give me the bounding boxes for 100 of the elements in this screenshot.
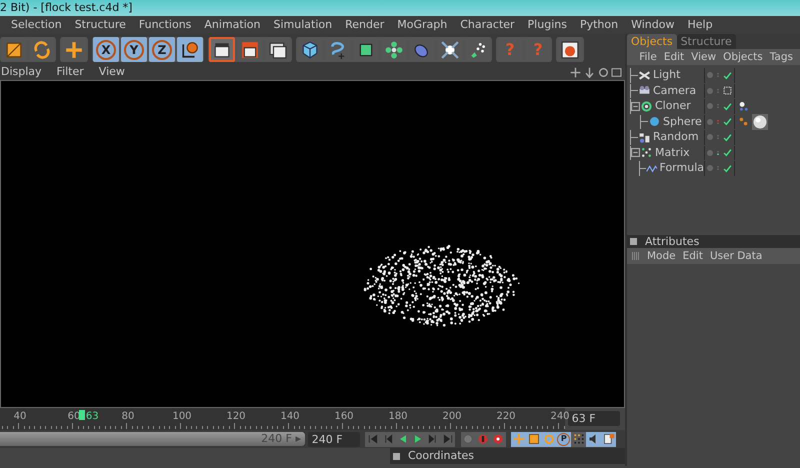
- object-name[interactable]: Formula: [660, 160, 704, 176]
- ruler-label: 180: [388, 410, 408, 424]
- menu-item[interactable]: Structure: [74, 18, 126, 31]
- keyframe-button[interactable]: [460, 432, 476, 446]
- rotate-view-icon: [598, 66, 608, 78]
- object-name[interactable]: Camera: [653, 82, 696, 99]
- panel-menu-item[interactable]: Edit: [664, 49, 684, 65]
- help-mark: ?: [505, 40, 515, 58]
- object-name[interactable]: Light: [653, 67, 680, 84]
- panel-menu-item[interactable]: Objects: [723, 49, 763, 65]
- current-frame-field[interactable]: 63 F: [568, 410, 620, 426]
- world-button[interactable]: [177, 37, 203, 62]
- menu-item[interactable]: Window: [631, 18, 674, 31]
- menu-item[interactable]: Character: [460, 18, 515, 31]
- dotted-square-icon[interactable]: [723, 86, 732, 96]
- move-icon: [65, 40, 83, 58]
- random-icon: [638, 130, 651, 144]
- check-icon[interactable]: [723, 70, 732, 80]
- material-ball-icon[interactable]: [752, 114, 768, 130]
- dot-grid-icon: [572, 433, 585, 445]
- panel-tab[interactable]: Objects: [627, 34, 677, 49]
- play-button[interactable]: [410, 432, 426, 446]
- square-icon: [528, 433, 540, 445]
- ruler-label: 220: [496, 410, 516, 424]
- check-icon[interactable]: [723, 148, 732, 158]
- panel-menu-item[interactable]: View: [691, 49, 716, 65]
- viewport-menu-item[interactable]: Display: [1, 64, 42, 80]
- square-icon: [5, 40, 23, 58]
- playhead[interactable]: [78, 410, 85, 420]
- flower-icon: [385, 40, 403, 58]
- menu-item[interactable]: Animation: [204, 18, 260, 31]
- panel-icon: [393, 452, 400, 460]
- check-icon[interactable]: [723, 164, 732, 173]
- panel-menu-item[interactable]: File: [639, 49, 657, 65]
- ruler-label: 100: [172, 410, 192, 424]
- help-mark: ?: [533, 40, 543, 58]
- ruler-label: 200: [442, 410, 462, 424]
- scale-button[interactable]: [526, 432, 542, 446]
- collapse-icon[interactable]: [631, 102, 640, 111]
- panel-menu-item[interactable]: Mode: [647, 248, 676, 264]
- menu-item[interactable]: MoGraph: [397, 18, 448, 31]
- down-arrow-icon: [584, 66, 595, 78]
- menu-item[interactable]: Render: [345, 18, 384, 31]
- doc-button[interactable]: [601, 432, 616, 446]
- end-frame-field[interactable]: 240 F: [308, 432, 360, 446]
- cube-icon: [301, 40, 319, 58]
- menu-item[interactable]: Selection: [11, 18, 62, 31]
- move-view-icon: [570, 66, 581, 78]
- rotate-icon: [33, 40, 51, 58]
- layer-dot: [707, 150, 713, 156]
- spline-icon: [329, 40, 347, 58]
- layer-dot: [707, 118, 713, 125]
- grip-icon: [632, 252, 640, 260]
- sound-button[interactable]: [586, 432, 602, 446]
- menu-item[interactable]: Simulation: [274, 18, 332, 31]
- window-title: 2 Bit) - [flock test.c4d *]: [0, 0, 800, 16]
- arrows-icon: [441, 40, 459, 58]
- panel-menu-item[interactable]: Edit: [682, 248, 703, 264]
- panel-menu-item[interactable]: Tags: [770, 49, 793, 65]
- object-name[interactable]: Cloner: [655, 98, 691, 114]
- rotate-button[interactable]: [541, 432, 556, 446]
- light-icon: [638, 68, 651, 82]
- axis-globe-icon: [181, 40, 199, 58]
- web-button[interactable]: [557, 37, 583, 62]
- layer-dot: [707, 88, 713, 94]
- layer-dot: [707, 103, 713, 110]
- maximize-icon: [611, 66, 622, 78]
- cloner-icon: [640, 100, 653, 113]
- check-icon[interactable]: [723, 117, 732, 126]
- globe-icon: [561, 40, 579, 58]
- rotate-icon: [542, 433, 555, 445]
- record-icon: [477, 433, 490, 445]
- auto-key-icon: [492, 433, 504, 445]
- check-icon[interactable]: [723, 102, 732, 111]
- move-icon: [512, 433, 525, 445]
- viewport-menu-item[interactable]: View: [98, 64, 125, 80]
- molecule-icon[interactable]: [738, 100, 749, 112]
- clapper-icon: [269, 40, 287, 58]
- two-dots-icon[interactable]: [738, 116, 749, 128]
- menu-item[interactable]: Python: [580, 18, 618, 31]
- go-start-icon: [366, 433, 379, 445]
- object-name[interactable]: Sphere: [663, 114, 702, 130]
- object-name[interactable]: Random: [653, 129, 699, 146]
- panel-menu-item[interactable]: User Data: [710, 248, 762, 264]
- check-icon[interactable]: [723, 132, 732, 142]
- prev-button[interactable]: [395, 432, 410, 446]
- move-button[interactable]: [511, 432, 526, 446]
- menu-item[interactable]: Functions: [138, 18, 192, 31]
- object-name[interactable]: Matrix: [655, 144, 690, 161]
- menu-item[interactable]: Help: [687, 18, 713, 31]
- panel-tab[interactable]: Structure: [676, 34, 736, 49]
- grid-button[interactable]: [571, 432, 586, 446]
- collapse-icon[interactable]: [631, 148, 640, 158]
- auto-key-button[interactable]: [490, 432, 506, 446]
- move-button[interactable]: [61, 37, 87, 62]
- param-button[interactable]: P: [556, 432, 572, 446]
- viewport-menu-item[interactable]: Filter: [56, 64, 84, 80]
- go-end-icon: [442, 433, 454, 445]
- menu-item[interactable]: Plugins: [528, 18, 567, 31]
- render-view-button[interactable]: [209, 37, 235, 62]
